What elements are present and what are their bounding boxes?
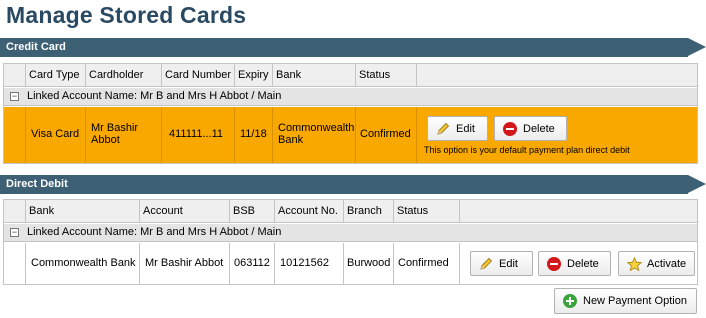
status-value: Confirmed: [398, 257, 449, 269]
edit-button[interactable]: Edit: [427, 116, 488, 141]
col-cardholder[interactable]: Cardholder: [86, 64, 162, 87]
col-branch[interactable]: Branch: [344, 200, 394, 223]
col-card-type[interactable]: Card Type: [26, 64, 86, 87]
direct-debit-header-row: Bank Account BSB Account No. Branch Stat…: [4, 200, 697, 223]
credit-group-row: − Linked Account Name: Mr B and Mrs H Ab…: [4, 88, 697, 106]
col-bank[interactable]: Bank: [26, 200, 140, 223]
col-card-number[interactable]: Card Number: [162, 64, 235, 87]
direct-debit-row[interactable]: Commonwealth Bank Mr Bashir Abbot 063112…: [4, 243, 697, 284]
header-expand-cell: [4, 200, 26, 223]
credit-card-header-row: Card Type Cardholder Card Number Expiry …: [4, 64, 697, 87]
debit-group-label: Linked Account Name: Mr B and Mrs H Abbo…: [27, 226, 282, 238]
col-expiry[interactable]: Expiry: [235, 64, 273, 87]
branch-value: Burwood: [347, 257, 391, 269]
delete-button[interactable]: Delete: [538, 251, 611, 276]
credit-card-section-header: Credit Card: [0, 38, 706, 57]
direct-debit-section-header: Direct Debit: [0, 175, 706, 194]
col-account[interactable]: Account: [140, 200, 230, 223]
delete-icon: [547, 256, 561, 271]
add-icon: [563, 294, 577, 308]
edit-button[interactable]: Edit: [470, 251, 533, 276]
page-title: Manage Stored Cards: [6, 2, 247, 28]
new-payment-option-button[interactable]: New Payment Option: [554, 288, 697, 314]
credit-card-row[interactable]: Visa Card Mr Bashir Abbot 411111...11 11…: [4, 107, 697, 163]
edit-button-label: Edit: [456, 122, 475, 135]
delete-button-label: Delete: [523, 122, 555, 135]
account-value: Mr Bashir Abbot: [145, 257, 224, 269]
col-account-no[interactable]: Account No.: [275, 200, 344, 223]
star-icon: [626, 256, 643, 271]
pencil-icon: [436, 122, 450, 136]
col-bank[interactable]: Bank: [273, 64, 356, 87]
card-number-value: 411111...11: [169, 128, 224, 140]
direct-debit-section-title: Direct Debit: [6, 178, 68, 190]
bsb-value: 063112: [234, 257, 270, 269]
activate-button[interactable]: Activate: [618, 251, 695, 276]
credit-group-label: Linked Account Name: Mr B and Mrs H Abbo…: [27, 90, 282, 102]
status-value: Confirmed: [360, 128, 411, 140]
bank-value: Commonwealth Bank: [31, 257, 136, 269]
new-payment-option-label: New Payment Option: [583, 295, 687, 307]
header-expand-cell: [4, 64, 26, 87]
credit-card-section-title: Credit Card: [6, 41, 66, 53]
cardholder-line2: Abbot: [91, 134, 120, 146]
delete-button[interactable]: Delete: [494, 116, 567, 141]
section-arrow: [688, 38, 706, 56]
default-payment-note: This option is your default payment plan…: [424, 145, 630, 155]
direct-debit-table: Bank Account BSB Account No. Branch Stat…: [3, 199, 698, 285]
bank-line2: Bank: [278, 134, 304, 146]
col-bsb[interactable]: BSB: [230, 200, 275, 223]
delete-icon: [503, 121, 517, 136]
bank-line1: Commonwealth: [278, 122, 355, 134]
card-type-value: Visa Card: [31, 128, 80, 140]
col-status[interactable]: Status: [394, 200, 460, 223]
account-no-value: 10121562: [280, 257, 329, 269]
delete-button-label: Delete: [567, 257, 599, 270]
debit-group-row: − Linked Account Name: Mr B and Mrs H Ab…: [4, 224, 697, 242]
cardholder-line1: Mr Bashir: [91, 122, 139, 134]
expiry-value: 11/18: [240, 128, 267, 140]
edit-button-label: Edit: [499, 257, 518, 270]
section-arrow: [688, 175, 706, 193]
collapse-icon[interactable]: −: [10, 92, 19, 101]
credit-card-table: Card Type Cardholder Card Number Expiry …: [3, 63, 698, 164]
activate-button-label: Activate: [647, 257, 687, 270]
pencil-icon: [479, 257, 493, 271]
collapse-icon[interactable]: −: [10, 228, 19, 237]
col-status[interactable]: Status: [356, 64, 417, 87]
